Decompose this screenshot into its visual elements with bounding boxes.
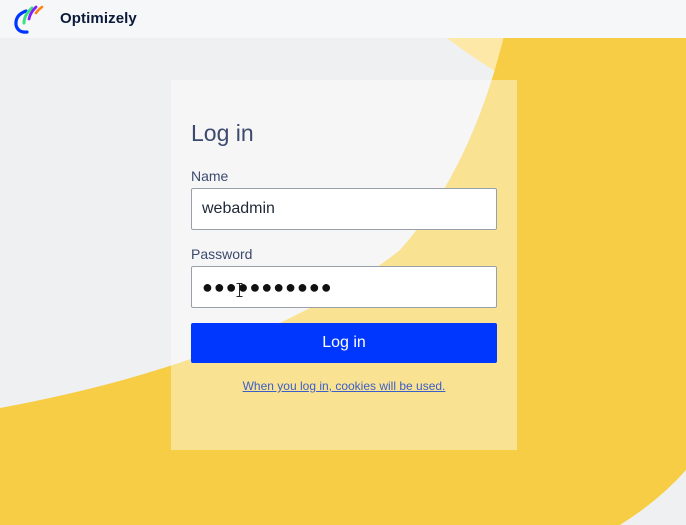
login-card: Log in Name Password Log in When you log…: [171, 80, 517, 450]
login-button[interactable]: Log in: [191, 323, 497, 363]
cookie-notice-link[interactable]: When you log in, cookies will be used.: [171, 379, 517, 393]
optimizely-logo-icon: [14, 5, 44, 34]
text-cursor-icon: [236, 283, 243, 297]
name-input[interactable]: [191, 188, 497, 230]
name-label: Name: [191, 168, 229, 184]
brand-name: Optimizely: [60, 10, 137, 27]
page-title: Log in: [191, 120, 254, 146]
password-label: Password: [191, 246, 253, 262]
top-bar: Optimizely: [0, 0, 686, 38]
